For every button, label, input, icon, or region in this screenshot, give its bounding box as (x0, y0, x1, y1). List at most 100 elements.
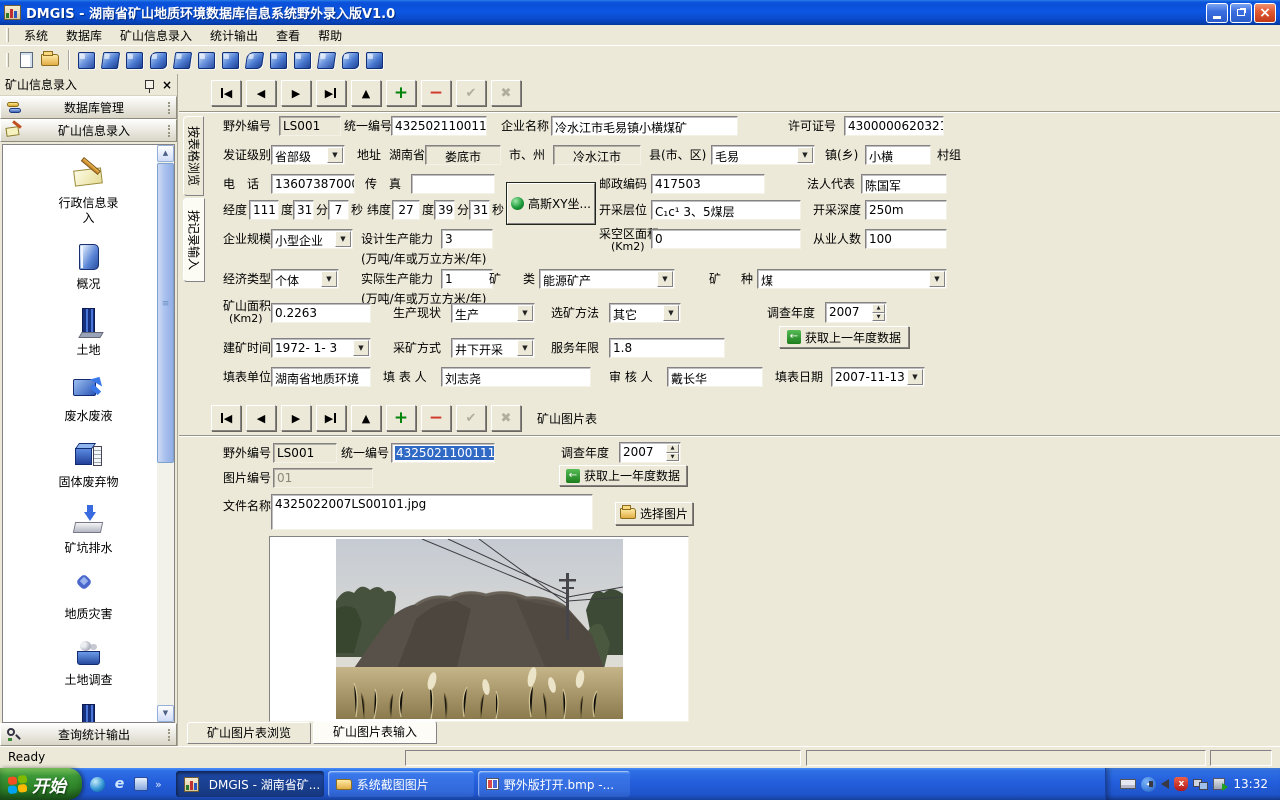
minimize-button[interactable] (1206, 3, 1228, 23)
sidebar-group-mine-entry[interactable]: 矿山信息录入 (0, 119, 177, 142)
fetch-previous-year-button[interactable]: ← 获取上一年度数据 (779, 326, 909, 348)
menu-system[interactable]: 系统 (15, 25, 57, 46)
lat-sec-input[interactable]: 31 (469, 200, 490, 220)
chevron-down-icon[interactable]: ▼ (929, 271, 945, 287)
menu-help[interactable]: 帮助 (309, 25, 351, 46)
license-input[interactable]: 4300000620321 (844, 116, 944, 136)
ie-icon[interactable]: e (112, 777, 127, 792)
tab-picture-entry[interactable]: 矿山图片表输入 (313, 721, 437, 744)
mining-depth-input[interactable]: 250m (865, 200, 947, 220)
tab-picture-browse[interactable]: 矿山图片表浏览 (187, 722, 311, 744)
sidebar-item-pit-drain[interactable]: 矿坑排水 (3, 504, 174, 556)
nav-first-button[interactable]: ◀ (211, 80, 241, 106)
chevron-down-icon[interactable]: ▼ (907, 369, 923, 385)
tool-stat1-icon[interactable] (267, 49, 289, 71)
choose-picture-button[interactable]: 选择图片 (615, 502, 693, 525)
scroll-down-icon[interactable]: ▼ (157, 705, 174, 722)
field-no-input[interactable]: LS001 (279, 116, 341, 136)
lon-deg-input[interactable]: 111 (249, 200, 279, 220)
lat-deg-input[interactable]: 27 (392, 200, 420, 220)
sidebar-item-admin-entry[interactable]: 行政信息录入 (3, 159, 174, 226)
city2-input[interactable]: 冷水江市 (553, 145, 641, 165)
menu-view[interactable]: 查看 (267, 25, 309, 46)
phone-input[interactable]: 13607387000 (271, 174, 355, 194)
spin-up-icon[interactable]: ▲ (666, 444, 679, 453)
nav2-prev-button[interactable]: ◀ (246, 405, 276, 431)
sidebar-item-wastewater[interactable]: 废水废液 (3, 372, 174, 424)
status-combo[interactable]: 生产▼ (451, 303, 535, 323)
tool-stat3-icon[interactable] (315, 49, 337, 71)
sidebar-close-icon[interactable]: × (162, 80, 172, 90)
build-time-combo[interactable]: 1972- 1- 3▼ (271, 338, 371, 358)
menu-stats-output[interactable]: 统计输出 (201, 25, 267, 46)
chevron-down-icon[interactable]: ▼ (657, 271, 673, 287)
tool-overview-icon[interactable] (99, 49, 121, 71)
pic-fetch-previous-year-button[interactable]: ← 获取上一年度数据 (559, 465, 687, 486)
chevron-down-icon[interactable]: ▼ (353, 340, 369, 356)
service-years-input[interactable]: 1.8 (609, 338, 725, 358)
town-input[interactable]: 小横 (865, 145, 931, 165)
chevron-down-icon[interactable]: ▼ (517, 305, 533, 321)
sidebar-item-geohazard[interactable]: 地质灾害 (3, 570, 174, 622)
fill-date-combo[interactable]: 2007-11-13▼ (831, 367, 925, 387)
nav2-next-button[interactable]: ▶ (281, 405, 311, 431)
tool-solid-waste-icon[interactable] (171, 49, 193, 71)
tool-land-survey-icon[interactable] (243, 49, 265, 71)
nav-add-button[interactable]: + (386, 80, 416, 106)
pic-survey-year-spinner[interactable]: 2007 ▲▼ (619, 442, 681, 463)
tool-stat4-icon[interactable] (339, 49, 361, 71)
chevron-down-icon[interactable]: ▼ (321, 271, 337, 287)
new-file-icon[interactable] (15, 49, 37, 71)
menu-database[interactable]: 数据库 (57, 25, 111, 46)
network-monitors-icon[interactable] (1193, 779, 1208, 790)
chevron-down-icon[interactable]: ▼ (327, 147, 343, 163)
nav2-last-button[interactable]: ▶ (316, 405, 346, 431)
sidebar-group-query-output[interactable]: 查询统计输出 (0, 723, 177, 746)
sidebar-scrollbar[interactable]: ▲ ▼ (157, 145, 174, 722)
menu-mine-entry[interactable]: 矿山信息录入 (111, 25, 201, 46)
lat-min-input[interactable]: 39 (434, 200, 455, 220)
gauss-xy-button[interactable]: 高斯XY坐... (507, 183, 595, 224)
pic-unified-no-input[interactable]: 43250211001113 (391, 443, 495, 463)
tool-pit-drain-icon[interactable] (195, 49, 217, 71)
nav2-first-button[interactable]: ◀ (211, 405, 241, 431)
chevron-down-icon[interactable]: ▼ (517, 340, 533, 356)
tool-admin-entry-icon[interactable] (75, 49, 97, 71)
spin-down-icon[interactable]: ▼ (872, 313, 885, 322)
desktop-icon[interactable] (134, 777, 148, 791)
nav-post-button[interactable]: ✔ (456, 80, 486, 106)
restore-button[interactable] (1230, 3, 1252, 23)
tool-geohazard-icon[interactable] (219, 49, 241, 71)
nav2-up-button[interactable]: ▲ (351, 405, 381, 431)
sidebar-item-partial[interactable] (3, 702, 174, 723)
spin-up-icon[interactable]: ▲ (872, 304, 885, 313)
security-shield-icon[interactable]: x (1174, 777, 1188, 791)
pic-field-no-input[interactable]: LS001 (273, 443, 337, 463)
close-button[interactable]: × (1254, 3, 1276, 23)
sidebar-item-overview[interactable]: 概况 (3, 240, 174, 292)
nav-last-button[interactable]: ▶ (316, 80, 346, 106)
scroll-up-icon[interactable]: ▲ (157, 145, 174, 162)
mine-area-input[interactable]: 0.2263 (271, 303, 371, 323)
ore-class-combo[interactable]: 能源矿产▼ (539, 269, 675, 289)
fax-input[interactable] (411, 174, 495, 194)
pic-no-input[interactable]: 01 (273, 468, 373, 488)
lon-min-input[interactable]: 31 (293, 200, 314, 220)
chevron-down-icon[interactable]: ▼ (335, 231, 351, 247)
legal-rep-input[interactable]: 陈国军 (861, 174, 947, 194)
auditor-input[interactable]: 戴长华 (667, 367, 763, 387)
scale-combo[interactable]: 小型企业▼ (271, 229, 353, 249)
dressing-combo[interactable]: 其它▼ (609, 303, 681, 323)
start-button[interactable]: 开始 (0, 768, 82, 800)
spin-down-icon[interactable]: ▼ (666, 453, 679, 462)
sidebar-group-database[interactable]: 数据库管理 (0, 96, 177, 119)
pin-icon[interactable] (145, 80, 154, 89)
chevron-down-icon[interactable]: ▼ (663, 305, 679, 321)
nav-delete-button[interactable]: − (421, 80, 451, 106)
goaf-area-input[interactable]: 0 (651, 229, 801, 249)
sidebar-item-solid-waste[interactable]: 固体废弃物 (3, 438, 174, 490)
employees-input[interactable]: 100 (865, 229, 947, 249)
scroll-thumb[interactable] (157, 163, 174, 463)
city-input[interactable]: 娄底市 (425, 145, 501, 165)
fill-unit-input[interactable]: 湖南省地质环境 (271, 367, 371, 387)
